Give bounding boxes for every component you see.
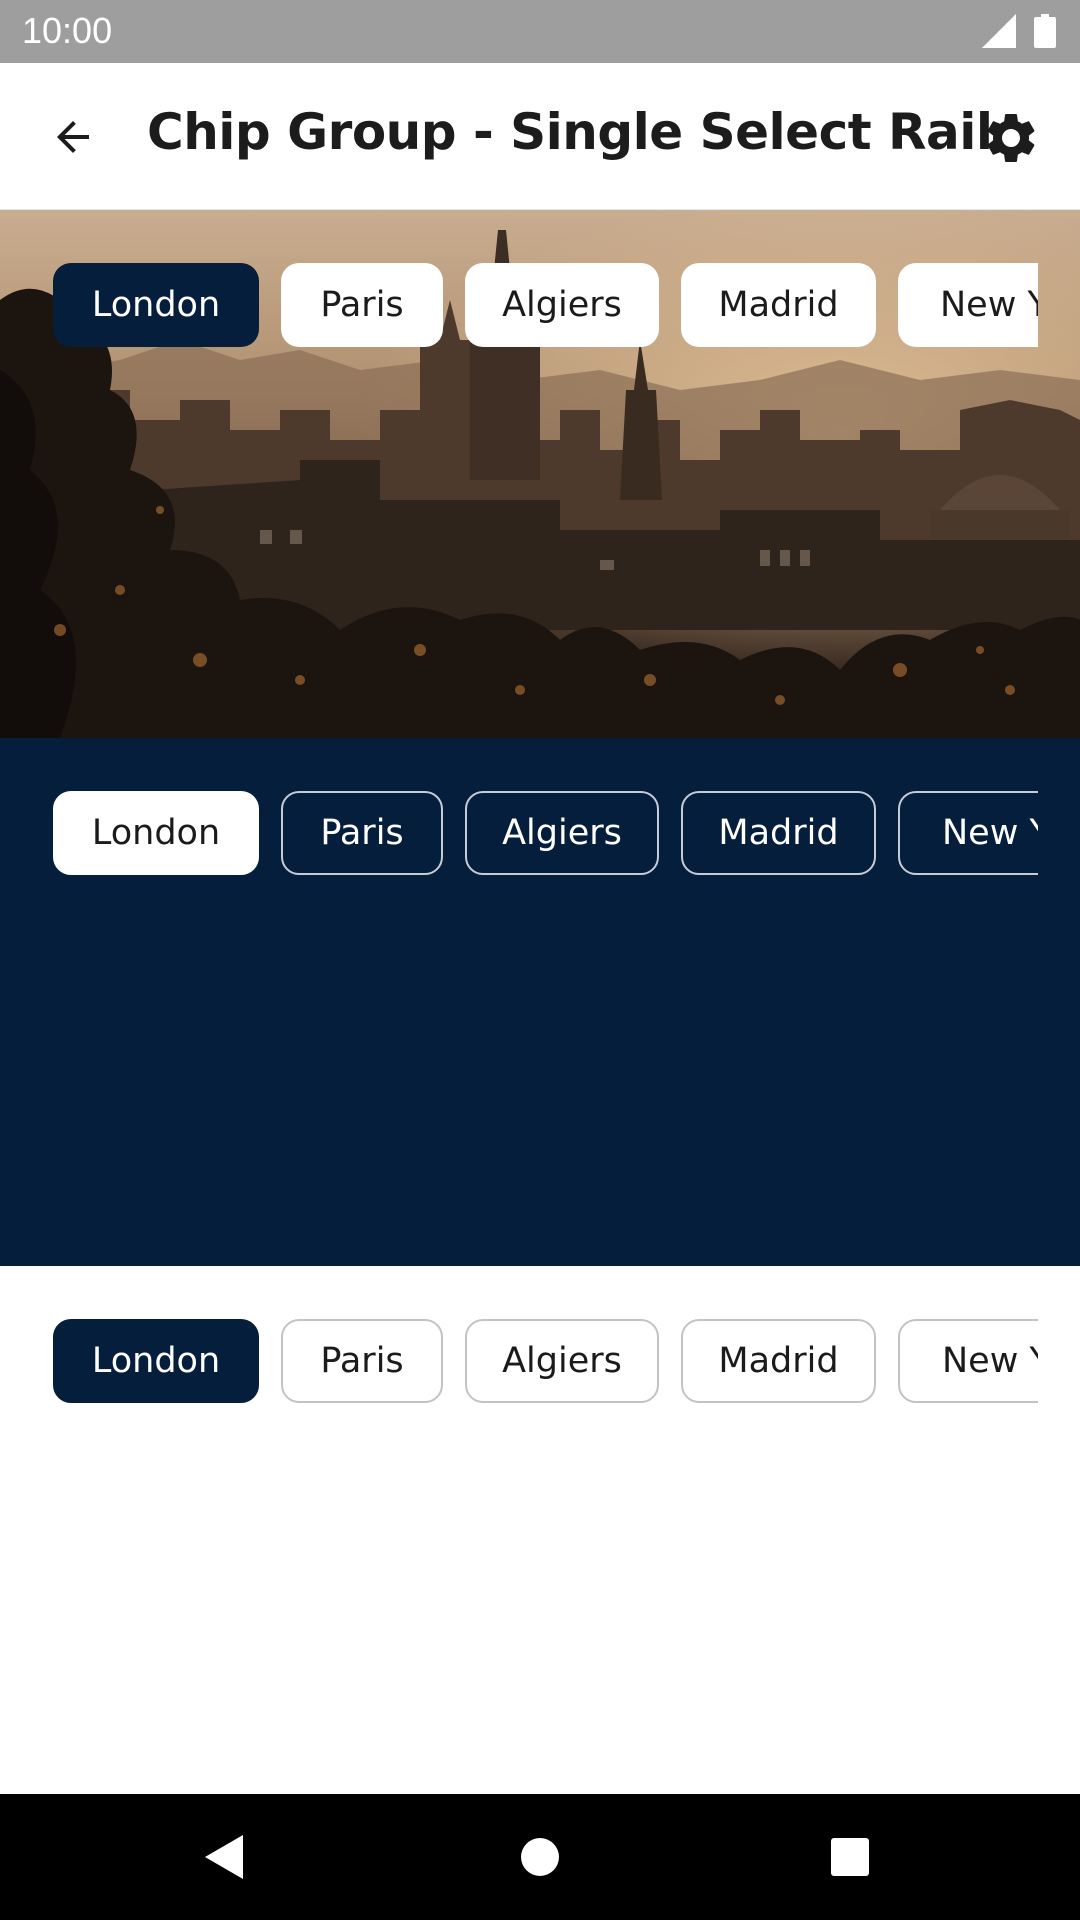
cellular-signal-icon [982,14,1016,48]
chip-london[interactable]: London [53,263,259,347]
nav-recents-icon [831,1838,869,1876]
gear-icon [987,113,1035,162]
chip-group: London Paris Algiers Madrid New York [53,791,1038,875]
chip-rail-light[interactable]: London Paris Algiers Madrid New York [53,1319,1038,1403]
status-bar: 10:00 [0,0,1080,63]
chip-new-york[interactable]: New York [898,263,1038,347]
app-bar: Chip Group - Single Select Rail [0,63,1080,210]
chip-madrid[interactable]: Madrid [681,263,876,347]
chip-rail-photo[interactable]: London Paris Algiers Madrid New York [53,263,1038,347]
status-time: 10:00 [22,10,113,51]
chip-group: London Paris Algiers Madrid New York [53,1319,1038,1403]
chip-madrid[interactable]: Madrid [681,791,876,875]
nav-recents-button[interactable] [820,1827,880,1887]
page-title: Chip Group - Single Select Rail [147,103,993,161]
chip-group: London Paris Algiers Madrid New York [53,263,1038,347]
photo-chip-section: London Paris Algiers Madrid New York [0,210,1080,738]
nav-back-button[interactable] [195,1827,255,1887]
chip-london[interactable]: London [53,791,259,875]
chip-algiers[interactable]: Algiers [465,1319,659,1403]
nav-home-button[interactable] [510,1827,570,1887]
status-icons [982,14,1056,48]
chip-paris[interactable]: Paris [281,263,443,347]
light-chip-section: London Paris Algiers Madrid New York [0,1266,1080,1794]
system-nav-bar [0,1794,1080,1920]
arrow-back-icon [57,121,89,153]
chip-algiers[interactable]: Algiers [465,791,659,875]
chip-paris[interactable]: Paris [281,791,443,875]
nav-back-icon [205,1835,243,1879]
settings-button[interactable] [980,107,1042,169]
chip-new-york[interactable]: New York [898,791,1038,875]
chip-madrid[interactable]: Madrid [681,1319,876,1403]
dark-chip-section: London Paris Algiers Madrid New York [0,738,1080,1266]
chip-new-york[interactable]: New York [898,1319,1038,1403]
chip-rail-dark[interactable]: London Paris Algiers Madrid New York [53,791,1038,875]
battery-icon [1034,14,1056,48]
chip-algiers[interactable]: Algiers [465,263,659,347]
chip-london[interactable]: London [53,1319,259,1403]
nav-home-icon [521,1838,559,1876]
back-button[interactable] [40,107,106,167]
chip-paris[interactable]: Paris [281,1319,443,1403]
